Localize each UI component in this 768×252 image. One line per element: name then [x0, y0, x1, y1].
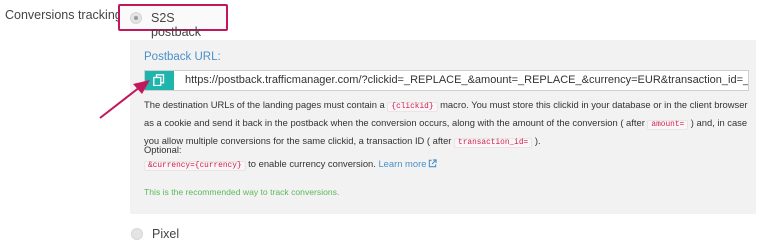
annotation-arrow [99, 80, 150, 119]
